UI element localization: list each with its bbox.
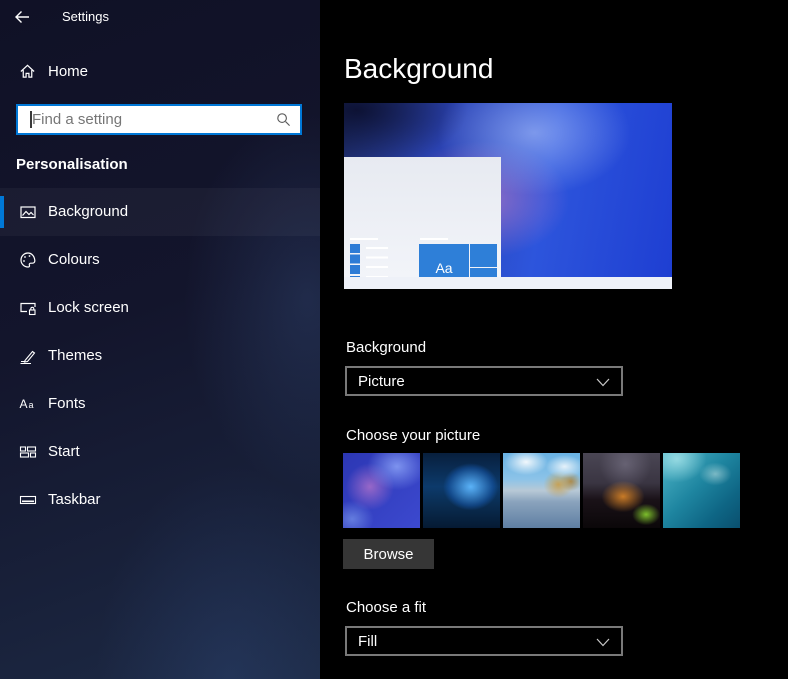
home-icon <box>19 63 36 80</box>
preview-start-menu: Aa <box>344 157 501 277</box>
sidebar-nav: Background Colours Lock s <box>0 188 320 524</box>
sidebar-item-colours[interactable]: Colours <box>0 236 320 284</box>
preview-taskbar <box>344 277 672 289</box>
search-icon <box>276 112 291 127</box>
fonts-aa-icon: A a <box>19 395 37 413</box>
start-tiles-icon <box>19 443 37 461</box>
settings-sidebar: Settings Home Personalisation <box>0 0 320 679</box>
text-caret <box>30 111 32 128</box>
section-header-personalisation: Personalisation <box>16 156 128 173</box>
choose-picture-label: Choose your picture <box>346 427 480 444</box>
picture-thumbnails <box>343 453 740 528</box>
selected-accent-bar <box>0 196 4 228</box>
sidebar-item-label: Background <box>48 203 128 220</box>
chevron-down-icon <box>596 638 610 647</box>
choose-fit-label: Choose a fit <box>346 599 426 616</box>
dropdown-value: Picture <box>358 373 405 390</box>
thumbnail-underwater-swimmer[interactable] <box>663 453 740 528</box>
sidebar-item-start[interactable]: Start <box>0 428 320 476</box>
page-title: Background <box>344 53 493 85</box>
sidebar-item-lock-screen[interactable]: Lock screen <box>0 284 320 332</box>
background-settings-page: Background Aa Background Picture <box>320 0 788 679</box>
chevron-down-icon <box>596 378 610 387</box>
sidebar-item-themes[interactable]: Themes <box>0 332 320 380</box>
thumbnail-night-sky-tent[interactable] <box>583 453 660 528</box>
dropdown-value: Fill <box>358 633 377 650</box>
palette-icon <box>19 251 37 269</box>
thumbnail-blue-purple-gradient[interactable] <box>343 453 420 528</box>
sidebar-item-label: Lock screen <box>48 299 129 316</box>
sidebar-item-label: Fonts <box>48 395 86 412</box>
thumbnail-beach-rocks[interactable] <box>503 453 580 528</box>
background-type-label: Background <box>346 339 426 356</box>
window-title: Settings <box>62 9 109 24</box>
sidebar-item-fonts[interactable]: A a Fonts <box>0 380 320 428</box>
browse-button[interactable]: Browse <box>343 539 434 569</box>
sidebar-item-home[interactable]: Home <box>0 58 320 88</box>
desktop-preview: Aa <box>344 103 672 289</box>
choose-fit-dropdown[interactable]: Fill <box>345 626 623 656</box>
sidebar-item-label: Themes <box>48 347 102 364</box>
lock-screen-icon <box>19 299 37 317</box>
sidebar-item-label: Colours <box>48 251 100 268</box>
svg-text:a: a <box>29 400 34 410</box>
background-type-dropdown[interactable]: Picture <box>345 366 623 396</box>
sidebar-item-label: Start <box>48 443 80 460</box>
search-input[interactable] <box>18 106 300 133</box>
sidebar-item-label: Home <box>48 63 88 80</box>
search-box[interactable] <box>16 104 302 135</box>
back-button[interactable] <box>13 8 31 26</box>
sidebar-item-taskbar[interactable]: Taskbar <box>0 476 320 524</box>
sidebar-item-background[interactable]: Background <box>0 188 320 236</box>
background-image-icon <box>19 203 37 221</box>
thumbnail-windows-10-hero[interactable] <box>423 453 500 528</box>
themes-pen-icon <box>19 347 37 365</box>
svg-text:A: A <box>20 397 28 411</box>
taskbar-icon <box>19 491 37 509</box>
sidebar-item-label: Taskbar <box>48 491 101 508</box>
